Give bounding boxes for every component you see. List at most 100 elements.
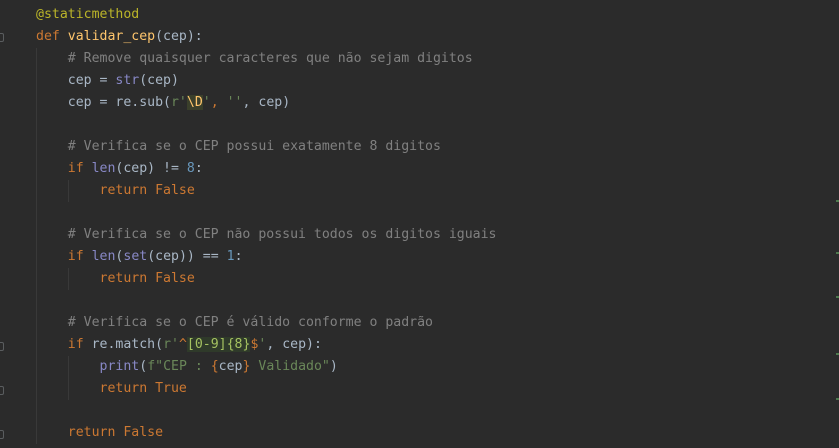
code-text: cep = [67, 73, 116, 88]
indent-guide [36, 290, 37, 312]
fold-marker-icon[interactable] [0, 342, 4, 351]
code-line [36, 114, 497, 136]
code-line: cep = re.sub(r'\D', '', cep) [36, 92, 497, 114]
f-string: f"CEP : [147, 359, 211, 374]
keyword-return: return [99, 381, 156, 396]
keyword-false: False [155, 183, 195, 198]
code-text: ( [139, 359, 148, 374]
fold-marker-icon[interactable] [0, 386, 4, 395]
indent-guide [36, 334, 37, 356]
keyword-return: return [99, 271, 156, 286]
code-text: : [234, 249, 243, 264]
indent-guide [36, 378, 37, 400]
string: r' [170, 95, 187, 110]
indent-guide [68, 268, 69, 290]
indent-guide [36, 312, 37, 334]
editor-gutter [0, 0, 36, 448]
code-text: , cep) [242, 95, 291, 110]
code-line: # Verifica se o CEP possui exatamente 8 … [36, 136, 497, 158]
comment: # Verifica se o CEP não possui todos os … [67, 227, 497, 242]
code-area[interactable]: @staticmethod def validar_cep(cep): # Re… [36, 4, 497, 444]
indent-guide [36, 422, 37, 444]
code-line: cep = str(cep) [36, 70, 497, 92]
f-string: Validado" [250, 359, 330, 374]
keyword-return: return [67, 425, 124, 440]
indent-guide [36, 70, 37, 92]
indent-guide [36, 136, 37, 158]
keyword-if: if [67, 161, 92, 176]
indent-guide [36, 202, 37, 224]
builtin-set: set [123, 249, 148, 264]
code-editor[interactable]: @staticmethod def validar_cep(cep): # Re… [0, 0, 839, 448]
code-text: ) [329, 359, 338, 374]
indent-guide [36, 180, 37, 202]
comment: # Remove quaisquer caracteres que não se… [67, 51, 473, 66]
fstring-brace: { [210, 359, 219, 374]
code-line: # Remove quaisquer caracteres que não se… [36, 48, 497, 70]
indent-guide [36, 246, 37, 268]
code-text: : [194, 161, 203, 176]
comment: # Verifica se o CEP é válido conforme o … [67, 315, 433, 330]
separator: , [210, 95, 227, 110]
code-line: print(f"CEP : {cep} Validado") [36, 356, 497, 378]
decorator: @staticmethod [36, 7, 140, 22]
keyword-return: return [99, 183, 156, 198]
indent-guide [36, 48, 37, 70]
keyword-false: False [123, 425, 164, 440]
code-line: def validar_cep(cep): [36, 26, 497, 48]
regex-quantifier: {8} [226, 337, 251, 352]
indent-guide [36, 224, 37, 246]
code-line: return True [36, 378, 497, 400]
code-line: @staticmethod [36, 4, 497, 26]
comment: # Verifica se o CEP possui exatamente 8 … [67, 139, 441, 154]
indent-guide [36, 158, 37, 180]
code-line: return False [36, 180, 497, 202]
code-text: (cep)) == [147, 249, 227, 264]
indent-guide [68, 378, 69, 400]
code-text: (cep) != [115, 161, 187, 176]
function-params: (cep): [155, 29, 203, 44]
code-text: , cep): [266, 337, 322, 352]
fold-marker-icon[interactable] [0, 33, 4, 42]
code-line: # Verifica se o CEP não possui todos os … [36, 224, 497, 246]
keyword-true: True [155, 381, 187, 396]
code-line [36, 400, 497, 422]
keyword-false: False [155, 271, 195, 286]
code-line: if re.match(r'^[0-9]{8}$', cep): [36, 334, 497, 356]
string: '' [226, 95, 243, 110]
code-line [36, 290, 497, 312]
fold-marker-icon[interactable] [0, 430, 4, 439]
indent-guide [68, 180, 69, 202]
string: r' [163, 337, 179, 352]
fstring-var: cep [218, 359, 243, 374]
number: 8 [186, 161, 195, 176]
regex-anchor: ^ [178, 337, 187, 352]
indent-guide [68, 356, 69, 378]
code-text: cep = re.sub( [67, 95, 171, 110]
code-text: (cep) [139, 73, 179, 88]
code-line [36, 202, 497, 224]
code-line: if len(cep) != 8: [36, 158, 497, 180]
code-line: return False [36, 268, 497, 290]
code-line: # Verifica se o CEP é válido conforme o … [36, 312, 497, 334]
keyword-if: if [67, 249, 92, 264]
builtin-len: len [91, 161, 116, 176]
indent-guide [36, 356, 37, 378]
keyword-def: def [36, 29, 68, 44]
function-name: validar_cep [67, 29, 156, 44]
string: ' [202, 95, 211, 110]
builtin-str: str [115, 73, 140, 88]
indent-guide [36, 400, 37, 422]
builtin-print: print [99, 359, 140, 374]
code-text: re.match( [91, 337, 164, 352]
indent-guide [36, 92, 37, 114]
regex-char-class: [0-9] [186, 337, 227, 352]
indent-guide [36, 114, 37, 136]
builtin-len: len [91, 249, 116, 264]
code-line: if len(set(cep)) == 1: [36, 246, 497, 268]
code-line: return False [36, 422, 497, 444]
number: 1 [226, 249, 235, 264]
indent-guide [36, 268, 37, 290]
keyword-if: if [67, 337, 92, 352]
regex-escape: \D [186, 95, 203, 110]
